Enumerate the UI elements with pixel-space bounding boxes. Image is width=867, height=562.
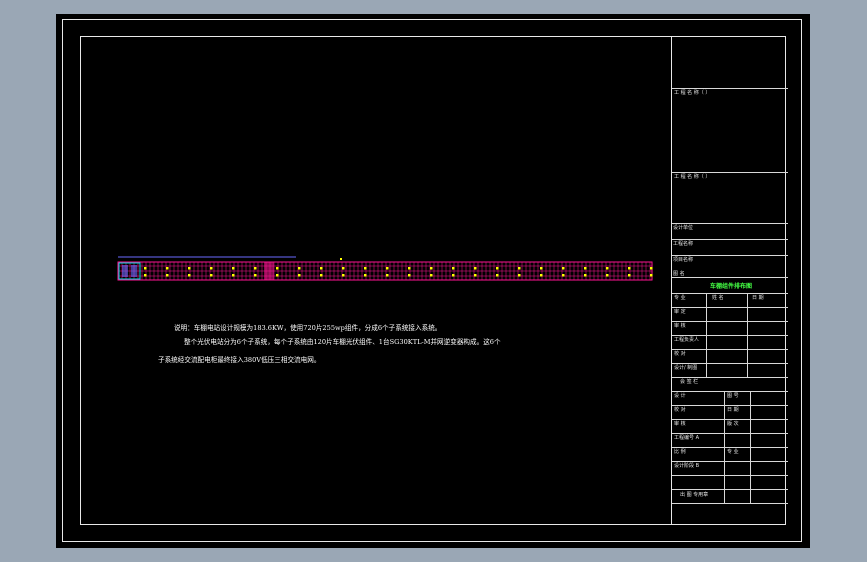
support-marker [144, 274, 147, 277]
support-marker [584, 267, 587, 270]
support-marker [430, 274, 433, 277]
drawing-sheet: 工 程 名 称（ ） 工 程 名 称（ ） 设计单位 工程名称 项目名称 图 名… [56, 14, 810, 548]
pv-array-layout [117, 256, 653, 281]
support-marker [342, 267, 345, 270]
support-marker [342, 274, 345, 277]
support-marker [298, 274, 301, 277]
support-marker [452, 274, 455, 277]
inverter-block-fill [122, 265, 128, 277]
support-marker [320, 267, 323, 270]
support-marker [584, 274, 587, 277]
description-line-3: 子系统经交流配电柜最终接入380V低压三相交流电网。 [158, 356, 321, 364]
support-marker [650, 274, 653, 277]
inverter-block-fill [131, 265, 137, 277]
center-marker [340, 258, 342, 260]
support-marker [606, 274, 609, 277]
support-marker [386, 267, 389, 270]
combiner-block [264, 262, 274, 280]
support-marker [606, 267, 609, 270]
support-marker [540, 274, 543, 277]
support-marker [650, 267, 653, 270]
support-marker [276, 274, 279, 277]
support-marker [474, 274, 477, 277]
support-marker [166, 267, 169, 270]
support-marker [408, 267, 411, 270]
support-marker [254, 274, 257, 277]
support-marker [474, 267, 477, 270]
support-marker [562, 274, 565, 277]
support-marker [364, 274, 367, 277]
support-marker [408, 274, 411, 277]
support-marker [628, 274, 631, 277]
support-marker [562, 267, 565, 270]
support-marker [144, 267, 147, 270]
support-marker [628, 267, 631, 270]
support-marker [188, 267, 191, 270]
support-marker [496, 274, 499, 277]
description-line-2: 整个光伏电站分为6个子系统，每个子系统由120片车棚光伏组件、1台SG30KTL… [184, 338, 501, 346]
support-marker [188, 274, 191, 277]
support-marker [254, 267, 257, 270]
support-marker [232, 267, 235, 270]
support-marker [298, 267, 301, 270]
support-marker [364, 267, 367, 270]
support-marker [276, 267, 279, 270]
support-marker [518, 274, 521, 277]
support-marker [430, 267, 433, 270]
support-marker [386, 274, 389, 277]
support-marker [166, 274, 169, 277]
support-marker [452, 267, 455, 270]
support-marker [232, 274, 235, 277]
support-marker [540, 267, 543, 270]
support-marker [210, 274, 213, 277]
description-line-1: 说明：车棚电站设计规模为183.6KW，使用720片255wp组件，分成6个子系… [174, 324, 442, 332]
support-marker [320, 274, 323, 277]
support-marker [518, 267, 521, 270]
support-marker [210, 267, 213, 270]
support-marker [496, 267, 499, 270]
